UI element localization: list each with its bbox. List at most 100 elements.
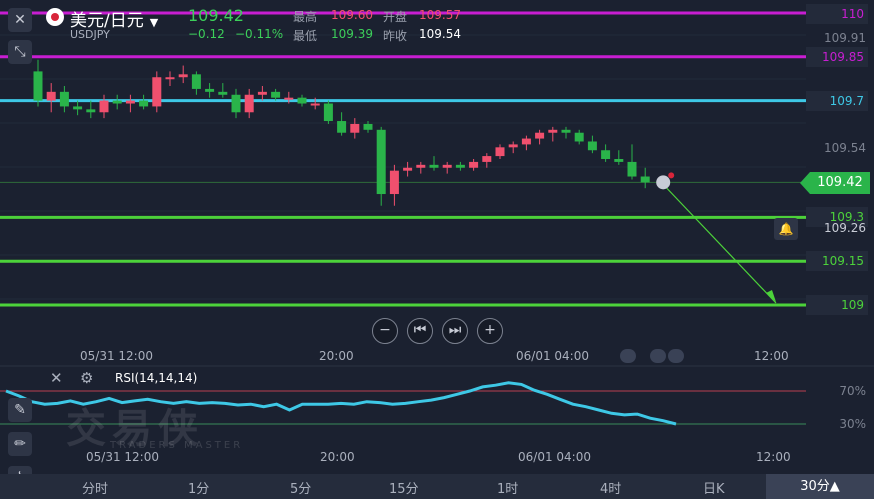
axis-label: 109.54 [824, 141, 866, 155]
candle-body [482, 156, 492, 162]
candle-body [469, 161, 479, 168]
candle-body [455, 164, 465, 168]
price-change: −0.12 [188, 27, 225, 41]
time-label: 12:00 [754, 349, 789, 363]
collapse-icon[interactable]: ⤡ [8, 40, 32, 64]
close-indicator-icon[interactable]: ✕ [50, 369, 63, 387]
candle-body [587, 141, 597, 151]
level-label-109-7[interactable]: 109.7 [806, 91, 868, 111]
timeframe-tab-active[interactable]: 30分▲ [766, 474, 874, 499]
level-label-109[interactable]: 109 [806, 295, 868, 315]
candle-body [350, 123, 360, 133]
candle-body [112, 100, 122, 104]
candle-body [376, 129, 386, 195]
rsi-level-70: 70% [839, 384, 866, 398]
low-value: 109.39 [331, 27, 373, 41]
candle-body [165, 77, 175, 80]
level-label-110[interactable]: 110 [806, 4, 868, 24]
zoom-out-button[interactable]: − [372, 318, 398, 344]
candle-body [403, 167, 413, 171]
candle-body [442, 164, 452, 168]
candle-body [231, 94, 241, 113]
flag-icon [46, 8, 64, 26]
rsi-level-30: 30% [839, 417, 866, 431]
candle-body [271, 91, 281, 98]
candle-body [33, 71, 43, 101]
candle-body [297, 97, 307, 104]
candle-body [310, 103, 320, 106]
prev-close-label: 昨收 [383, 29, 408, 43]
axis-label: 109.26 [824, 221, 866, 235]
level-label-109-15[interactable]: 109.15 [806, 251, 868, 271]
candle-body [521, 138, 531, 145]
time-label: 06/01 04:00 [516, 349, 589, 363]
candle-body [416, 164, 426, 168]
controls-strip [0, 312, 874, 348]
info-marker-dot [668, 172, 675, 179]
candle-body [614, 159, 624, 162]
candle-body [244, 94, 254, 113]
candle-body [495, 147, 505, 157]
pencil-icon[interactable]: ✏ [8, 432, 32, 456]
level-label-109-85[interactable]: 109.85 [806, 47, 868, 67]
drawing-tool-icon[interactable]: ✎ [8, 398, 32, 422]
timeframe-tab[interactable]: 4时 [600, 478, 621, 497]
candle-body [284, 97, 294, 100]
candle-body [548, 129, 558, 133]
open-value: 109.57 [419, 8, 461, 22]
timeframe-bar: 分时 1分 5分 15分 1时 4时 日K [0, 474, 874, 499]
time-label: 20:00 [320, 450, 355, 464]
time-label: 05/31 12:00 [80, 349, 153, 363]
open-label: 开盘 [383, 10, 408, 24]
candle-body [535, 132, 545, 139]
high-value: 109.60 [331, 8, 373, 22]
candle-body [218, 91, 228, 95]
timeframe-tab[interactable]: 日K [703, 478, 725, 497]
event-marker-icon[interactable] [668, 349, 684, 363]
symbol-code: USDJPY [70, 28, 110, 41]
candle-body [46, 91, 56, 101]
scroll-end-button[interactable]: ⏭ [442, 318, 468, 344]
candle-body [601, 150, 611, 159]
candle-body [389, 170, 399, 195]
candle-body [561, 129, 571, 133]
settings-gear-icon[interactable]: ⚙ [80, 369, 93, 387]
event-marker-icon[interactable] [650, 349, 666, 363]
candle-body [205, 88, 215, 92]
candle-body [323, 103, 333, 122]
time-label: 06/01 04:00 [518, 450, 591, 464]
candle-body [508, 144, 518, 148]
candle-body [139, 100, 149, 107]
candle-body [574, 132, 584, 142]
event-marker-icon[interactable] [620, 349, 636, 363]
candle-body [363, 123, 373, 130]
current-price: 109.42 [188, 6, 244, 25]
candle-body [73, 106, 83, 110]
forecast-arrow [662, 183, 777, 304]
candle-body [125, 100, 135, 104]
info-marker [656, 175, 671, 190]
timeframe-tab[interactable]: 15分 [389, 478, 419, 497]
timeframe-tab[interactable]: 5分 [290, 478, 311, 497]
time-label: 20:00 [319, 349, 354, 363]
timeframe-tab[interactable]: 分时 [82, 478, 108, 497]
candle-body [59, 91, 69, 107]
axis-label: 109.91 [824, 31, 866, 45]
zoom-in-button[interactable]: + [477, 318, 503, 344]
candle-body [429, 164, 439, 168]
rsi-label: RSI(14,14,14) [115, 371, 198, 385]
candle-body [86, 109, 96, 113]
candle-body [627, 161, 637, 177]
current-price-tag: 109.42 [800, 172, 870, 194]
alert-bell-icon[interactable]: 🔔 [774, 218, 798, 240]
low-label: 最低 [293, 29, 318, 43]
candle-body [640, 176, 650, 183]
high-label: 最高 [293, 10, 318, 24]
timeframe-tab[interactable]: 1时 [497, 478, 518, 497]
timeframe-tab[interactable]: 1分 [188, 478, 209, 497]
candle-body [191, 74, 201, 89]
close-chart-button[interactable]: ✕ [8, 8, 32, 32]
scroll-start-button[interactable]: ⏮ [407, 318, 433, 344]
candle-body [152, 77, 162, 107]
candle-body [337, 121, 347, 133]
